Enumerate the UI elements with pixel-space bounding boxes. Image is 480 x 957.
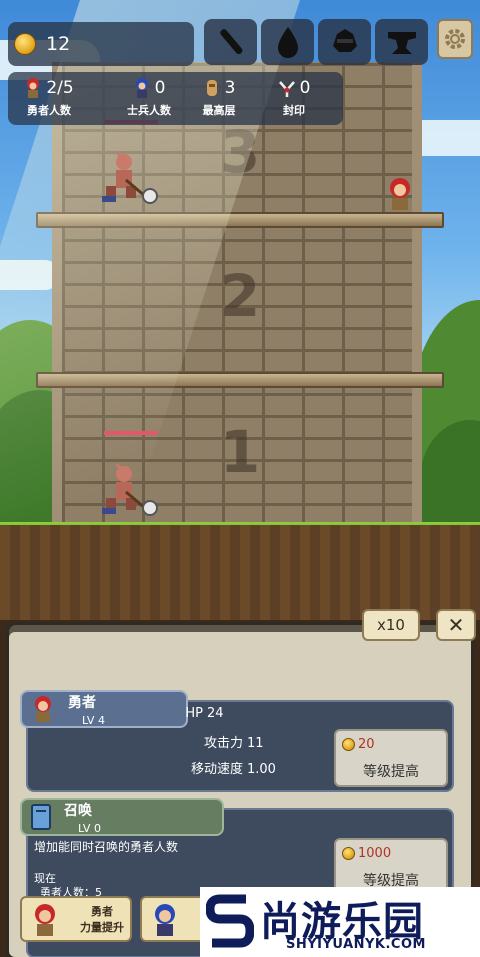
hero-stat-speed: 移动速度 1.00: [190, 762, 276, 777]
stat-value: 3: [224, 78, 236, 98]
multiplier-button[interactable]: x10: [362, 609, 420, 641]
stat-label: 勇者人数: [27, 104, 71, 117]
shop-forge-button[interactable]: [375, 19, 428, 65]
coin-counter: 12: [8, 22, 194, 66]
coin-icon: [342, 847, 355, 860]
goblin-enemy[interactable]: [96, 464, 160, 520]
stat-seal: 0 封印: [253, 76, 335, 118]
tab-hero-power[interactable]: 勇者 力量提升: [20, 896, 132, 942]
summon-card-header: 召唤 LV 0: [20, 798, 224, 836]
seal-icon: [278, 81, 295, 97]
gear-icon: [445, 29, 465, 49]
card-title: 勇者: [68, 694, 96, 711]
hero-upgrade-button[interactable]: 20 等级提高: [334, 729, 448, 787]
soldier-icon: [155, 904, 175, 936]
summon-description: 增加能同时召唤的勇者人数: [34, 840, 179, 854]
stat-top-floor: 3 最高层: [178, 76, 260, 118]
hero-icon: [35, 904, 55, 936]
tab-label: 勇者: [91, 905, 113, 918]
hero-unit[interactable]: [382, 176, 418, 212]
close-button[interactable]: ✕: [436, 609, 476, 641]
hero-icon: [35, 696, 51, 722]
book-icon: [31, 804, 51, 830]
settings-button[interactable]: [437, 19, 473, 59]
stat-label: 封印: [283, 104, 305, 117]
tower-floor-icon: [206, 80, 217, 96]
watermark-url: SHYIYUANYK.COM: [286, 937, 426, 952]
club-icon: [219, 29, 242, 55]
upgrade-cost: 20: [342, 737, 375, 752]
drop-icon: [277, 27, 298, 58]
card-title: 召唤: [64, 802, 92, 819]
coin-value: 12: [46, 33, 71, 55]
coin-icon: [14, 33, 36, 55]
stat-value: 2/5: [46, 78, 74, 98]
soldier-icon: [135, 78, 148, 98]
upgrade-label: 等级提高: [363, 764, 419, 780]
card-level: LV 4: [82, 713, 105, 727]
upgrade-cost: 1000: [342, 846, 391, 861]
coin-icon: [342, 738, 355, 751]
stat-heroes: 2/5 勇者人数: [8, 76, 90, 118]
hero-stat-attack: 攻击力 11: [203, 736, 264, 751]
anvil-icon: [387, 32, 416, 54]
tab-label: 力量提升: [80, 921, 124, 934]
shop-armor-button[interactable]: [318, 19, 371, 65]
dirt-ground: [0, 525, 480, 620]
stat-label: 最高层: [202, 104, 236, 117]
shop-potion-button[interactable]: [261, 19, 314, 65]
stat-value: 0: [154, 78, 166, 98]
hero-icon: [27, 78, 40, 98]
card-level: LV 0: [78, 821, 101, 835]
site-watermark: 尚游乐园 SHYIYUANYK.COM: [200, 887, 480, 957]
stat-value: 0: [299, 78, 311, 98]
hero-stat-hp: HP 24: [185, 706, 224, 721]
goblin-enemy[interactable]: [96, 152, 160, 208]
shop-weapon-button[interactable]: [204, 19, 257, 65]
helmet-icon: [332, 29, 357, 52]
watermark-logo-icon: [206, 894, 254, 948]
enemy-hp-bar: [104, 431, 158, 435]
stats-bar: 2/5 勇者人数 0 士兵人数 3 最高层 0 封印: [8, 72, 343, 125]
